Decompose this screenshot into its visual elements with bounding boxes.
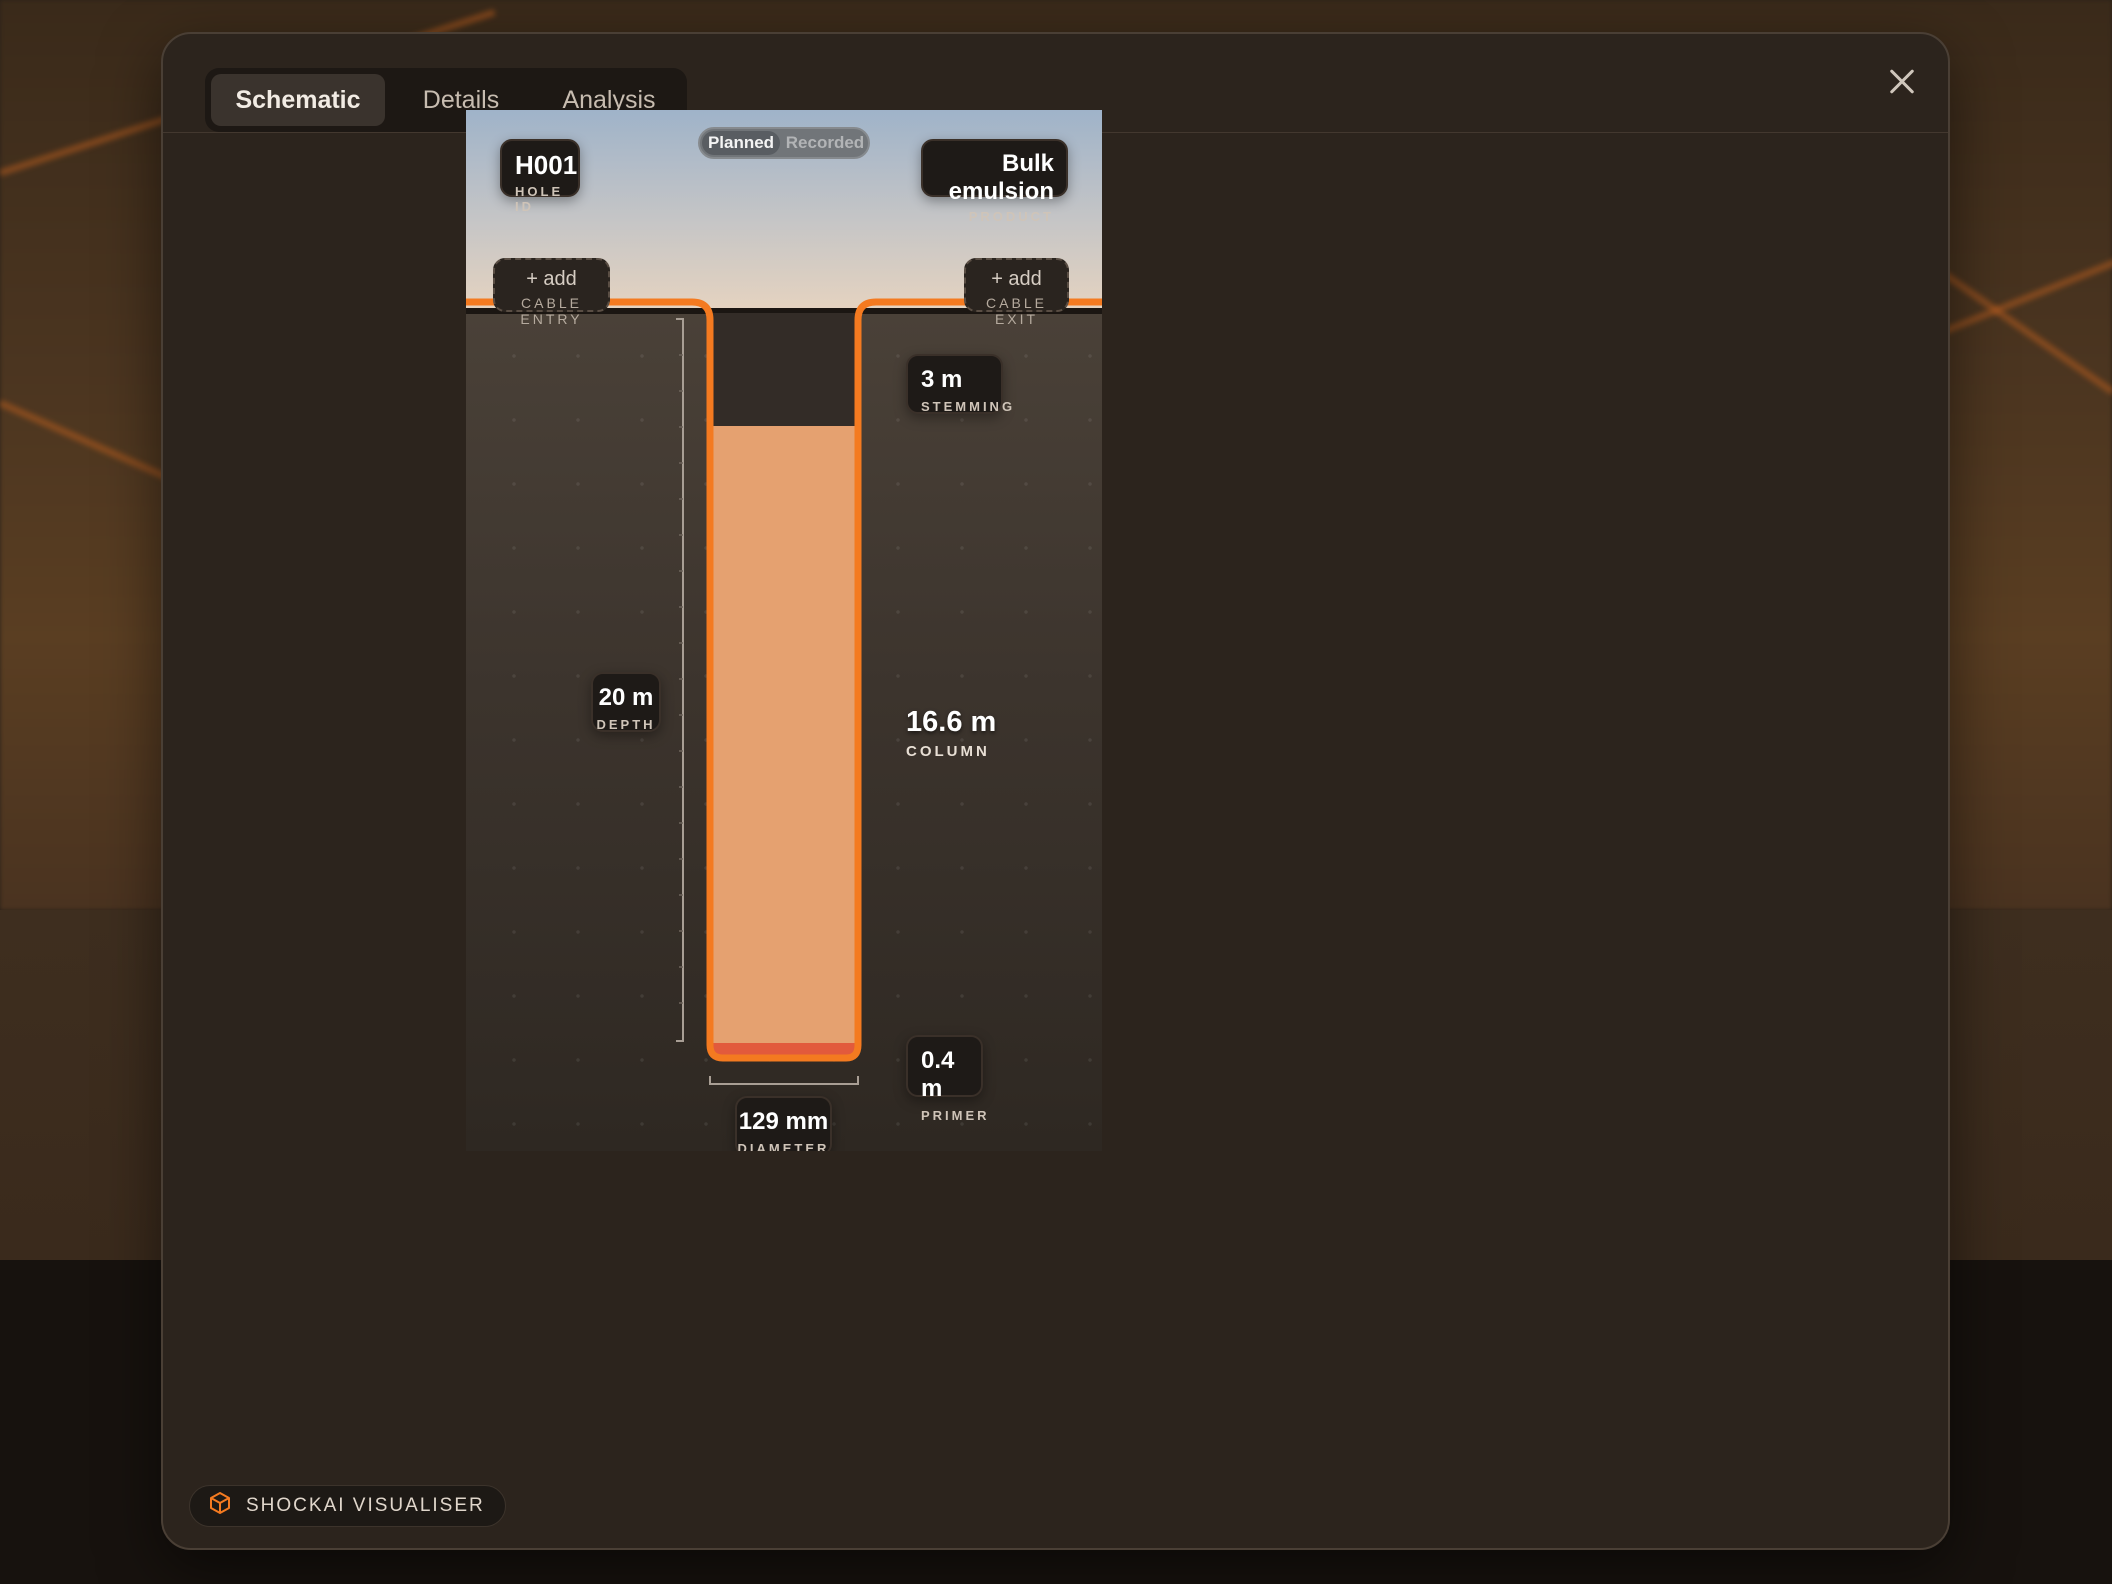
badge-label: SHOCKAI VISUALISER [246,1495,485,1516]
diameter-chip: 129 mm DIAMETER [735,1096,832,1151]
primer-chip: 0.4 m PRIMER [906,1035,987,1123]
close-icon[interactable] [1882,62,1922,102]
cable-entry-label: CABLE ENTRY [520,295,583,327]
diameter-label: DIAMETER [737,1141,830,1151]
diameter-value: 129 mm [738,1108,829,1135]
visualiser-badge: SHOCKAI VISUALISER [189,1485,506,1527]
toggle-planned[interactable]: Planned [702,131,780,155]
cable-exit-add-button[interactable]: + add CABLE EXIT [964,258,1069,327]
cable-entry-add-label: + add [526,268,577,290]
stemming-label: STEMMING [921,399,1016,414]
hole-id-chip: H001 HOLE ID [500,139,580,214]
hole-id-label: HOLE ID [515,184,564,214]
diameter-bracket [709,1076,859,1085]
cable-exit-add-label: + add [991,268,1042,290]
column-annotation: 16.6 m COLUMN [906,706,996,760]
column-value: 16.6 m [906,706,997,738]
cube-icon [208,1491,232,1521]
background-blurred-text [12,1140,20,1174]
primer-value: 0.4 m [921,1047,955,1102]
primer-section [713,1043,855,1055]
planned-recorded-toggle[interactable]: Planned Recorded [698,127,870,159]
product-value: Bulk emulsion [948,150,1054,205]
depth-chip: 20 m DEPTH [591,672,661,732]
hole-id-value: H001 [515,150,578,180]
primer-label: PRIMER [921,1108,990,1123]
borehole-schematic: Planned Recorded H001 HOLE ID Bulk emuls… [466,110,1102,1151]
product-label: PRODUCT [968,209,1054,224]
stemming-value: 3 m [921,366,963,393]
tab-schematic[interactable]: Schematic [211,74,385,126]
product-chip: Bulk emulsion PRODUCT [921,139,1068,224]
charge-column [713,426,855,1045]
stemming-chip: 3 m STEMMING [906,354,1016,414]
stemming-section [713,313,855,426]
cable-entry-add-button[interactable]: + add CABLE ENTRY [493,258,610,327]
cable-exit-label: CABLE EXIT [986,295,1047,327]
toggle-recorded[interactable]: Recorded [784,131,866,155]
depth-label: DEPTH [596,717,656,732]
depth-value: 20 m [598,684,654,711]
column-label: COLUMN [906,743,990,760]
